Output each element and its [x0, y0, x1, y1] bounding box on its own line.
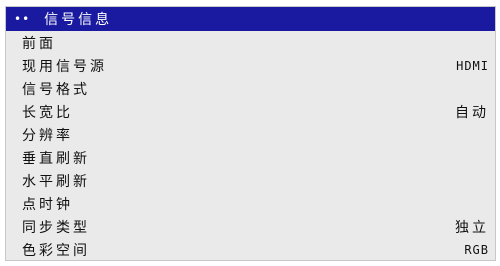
menu-item-value: HDMI: [456, 58, 489, 73]
menu-item-pixel-clock[interactable]: 点时钟: [6, 192, 495, 215]
menu-indicator-icon: ••: [14, 12, 31, 26]
menu-item-active-source[interactable]: 现用信号源 HDMI: [6, 54, 495, 77]
menu-item-aspect-ratio[interactable]: 长宽比 自动: [6, 100, 495, 123]
menu-item-color-space[interactable]: 色彩空间 RGB: [6, 238, 495, 261]
menu-item-label: 垂直刷新: [22, 150, 90, 167]
menu-item-label: 现用信号源: [22, 58, 107, 75]
menu-item-front[interactable]: 前面: [6, 31, 495, 54]
menu-item-horizontal-refresh[interactable]: 水平刷新: [6, 169, 495, 192]
menu-item-value: 自动: [455, 104, 489, 121]
menu-item-value: RGB: [464, 242, 489, 257]
menu-item-sync-type[interactable]: 同步类型 独立: [6, 215, 495, 238]
menu-item-label: 色彩空间: [22, 242, 90, 259]
menu-item-resolution[interactable]: 分辨率: [6, 123, 495, 146]
signal-info-panel: •• 信号信息 前面 现用信号源 HDMI 信号格式 长宽比 自动 分辨率 垂直…: [5, 6, 496, 261]
menu-item-label: 信号格式: [22, 81, 90, 98]
menu-item-label: 点时钟: [22, 196, 73, 213]
menu-title-bar: •• 信号信息: [6, 7, 495, 31]
menu-item-label: 水平刷新: [22, 173, 90, 190]
menu-item-label: 分辨率: [22, 127, 73, 144]
menu-item-label: 同步类型: [22, 219, 90, 236]
menu-item-label: 前面: [22, 35, 56, 52]
menu-item-value: 独立: [455, 219, 489, 236]
menu-item-label: 长宽比: [22, 104, 73, 121]
menu-item-vertical-refresh[interactable]: 垂直刷新: [6, 146, 495, 169]
menu-title: 信号信息: [44, 12, 113, 28]
menu-item-signal-format[interactable]: 信号格式: [6, 77, 495, 100]
